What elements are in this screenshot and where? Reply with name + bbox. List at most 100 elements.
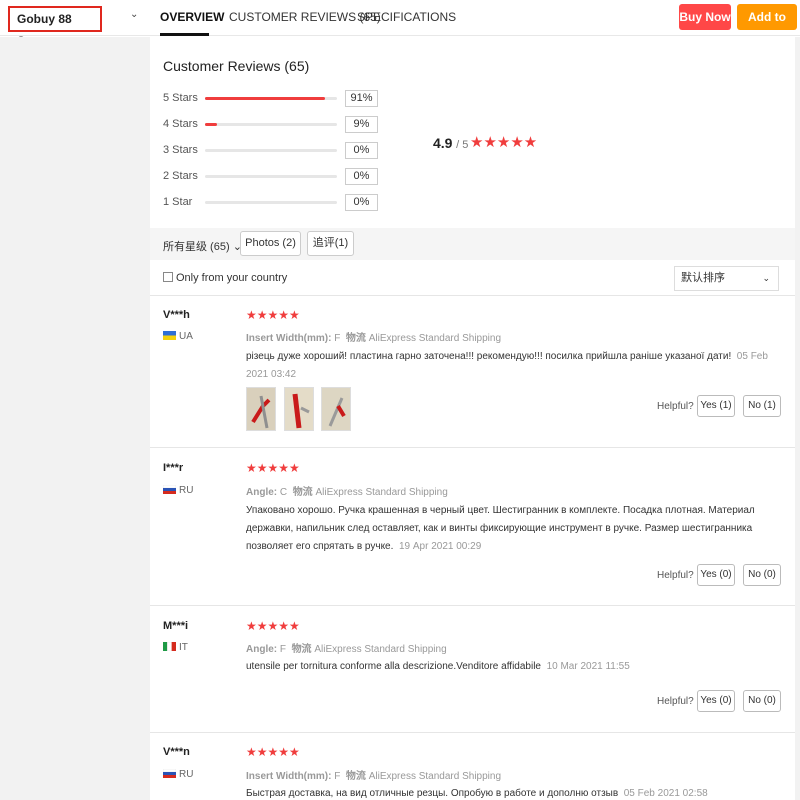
rating-percent: 0% bbox=[345, 194, 378, 211]
rating-bar bbox=[205, 97, 337, 100]
followup-filter-button[interactable]: 追评(1) bbox=[307, 231, 354, 256]
reviewer-country: UA bbox=[163, 331, 193, 342]
rating-row-4[interactable]: 4 Stars 9% bbox=[163, 116, 383, 134]
helpful-label: Helpful? bbox=[657, 570, 694, 581]
average-value: 4.9 bbox=[433, 135, 453, 151]
review-text: різець дуже хороший! пластина гарно зато… bbox=[246, 348, 776, 384]
review-body: utensile per tornitura conforme alla des… bbox=[246, 661, 541, 672]
helpful-yes-button[interactable]: Yes (0) bbox=[697, 564, 735, 586]
review-photo-image bbox=[285, 388, 313, 430]
average-star-icons: ★★★★★ bbox=[470, 134, 538, 151]
tab-overview[interactable]: OVERVIEW bbox=[160, 10, 224, 24]
review-text: Быстрая доставка, на вид отличные резцы.… bbox=[246, 785, 776, 800]
reviewer-country: RU bbox=[163, 485, 193, 496]
review-date: 05 Feb 2021 02:58 bbox=[623, 788, 708, 799]
tab-specifications[interactable]: SPECIFICATIONS bbox=[357, 10, 456, 24]
rating-percent: 0% bbox=[345, 142, 378, 159]
rating-label: 2 Stars bbox=[163, 170, 198, 182]
review-photo-thumbnail[interactable] bbox=[246, 387, 276, 431]
helpful-no-button[interactable]: No (1) bbox=[743, 395, 781, 417]
country-filter-label: Only from your country bbox=[176, 272, 288, 284]
helpful-label: Helpful? bbox=[657, 401, 694, 412]
rating-label: 5 Stars bbox=[163, 92, 198, 104]
helpful-yes-button[interactable]: Yes (1) bbox=[697, 395, 735, 417]
review-photo-thumbnail[interactable] bbox=[284, 387, 314, 431]
italy-flag-icon bbox=[163, 642, 176, 651]
shipping-value: AliExpress Standard Shipping bbox=[315, 487, 448, 498]
sku-key: Angle: bbox=[246, 644, 278, 655]
sku-key: Insert Width(mm): bbox=[246, 771, 332, 782]
review-sku-info: Angle: C 物流 AliExpress Standard Shipping bbox=[246, 483, 448, 498]
chevron-down-icon[interactable]: ⌄ bbox=[130, 9, 138, 20]
sku-value: F bbox=[334, 771, 341, 782]
buy-now-button[interactable]: Buy Now bbox=[679, 4, 731, 30]
sku-value: F bbox=[334, 333, 341, 344]
russia-flag-icon bbox=[163, 769, 176, 778]
review-body: Быстрая доставка, на вид отличные резцы.… bbox=[246, 788, 619, 799]
review-sku-info: Insert Width(mm): F 物流 AliExpress Standa… bbox=[246, 329, 501, 344]
review-star-icons: ★★★★★ bbox=[246, 745, 300, 759]
helpful-label: Helpful? bbox=[657, 696, 694, 707]
country-code: UA bbox=[179, 331, 193, 342]
review-photo-image bbox=[322, 388, 350, 430]
reviewer-name: M***i bbox=[163, 620, 189, 632]
sort-label: 默认排序 bbox=[681, 272, 725, 284]
rating-label: 1 Star bbox=[163, 196, 193, 208]
active-tab-indicator bbox=[160, 33, 209, 36]
store-name-box[interactable]: Gobuy 88 Store bbox=[8, 6, 102, 48]
reviewer-country: IT bbox=[163, 642, 188, 653]
rating-label: 3 Stars bbox=[163, 144, 198, 156]
rating-bar bbox=[205, 175, 337, 178]
review-photo-image bbox=[247, 388, 275, 430]
reviewer-country: RU bbox=[163, 769, 193, 780]
reviewer-name: V***n bbox=[163, 746, 190, 758]
ukraine-flag-icon bbox=[163, 331, 176, 340]
review-text: Упаковано хорошо. Ручка крашенная в черн… bbox=[246, 502, 776, 556]
country-code: RU bbox=[179, 769, 194, 780]
country-code: IT bbox=[179, 642, 188, 653]
rating-bar bbox=[205, 123, 337, 126]
shipping-key: 物流 bbox=[292, 487, 313, 498]
shipping-value: AliExpress Standard Shipping bbox=[368, 771, 502, 782]
star-filter-label: 所有星级 (65) bbox=[163, 241, 230, 253]
chevron-down-icon: ⌄ bbox=[762, 273, 770, 283]
review-star-icons: ★★★★★ bbox=[246, 619, 300, 633]
reviewer-name: I***r bbox=[163, 462, 184, 474]
rating-row-5[interactable]: 5 Stars 91% bbox=[163, 90, 383, 108]
helpful-yes-button[interactable]: Yes (0) bbox=[697, 690, 735, 712]
review-date: 10 Mar 2021 11:55 bbox=[546, 661, 630, 672]
rating-row-1[interactable]: 1 Star 0% bbox=[163, 194, 383, 212]
rating-percent: 0% bbox=[345, 168, 378, 185]
shipping-value: AliExpress Standard Shipping bbox=[368, 333, 502, 344]
review-item: V***n RU ★★★★★ Insert Width(mm): F 物流 Al… bbox=[150, 733, 795, 800]
star-filter-dropdown[interactable]: 所有星级 (65) ⌄ bbox=[163, 238, 242, 254]
review-photo-thumbnail[interactable] bbox=[321, 387, 351, 431]
photos-filter-button[interactable]: Photos (2) bbox=[240, 231, 301, 256]
add-to-cart-button[interactable]: Add to Cart bbox=[737, 4, 797, 50]
helpful-no-button[interactable]: No (0) bbox=[743, 690, 781, 712]
rating-bar bbox=[205, 201, 337, 204]
right-gutter bbox=[795, 37, 800, 800]
review-text: utensile per tornitura conforme alla des… bbox=[246, 658, 776, 676]
country-code: RU bbox=[179, 485, 194, 496]
shipping-key: 物流 bbox=[345, 333, 366, 344]
reviews-title: Customer Reviews (65) bbox=[163, 58, 310, 74]
country-filter[interactable]: Only from your country bbox=[163, 272, 287, 284]
rating-percent: 9% bbox=[345, 116, 378, 133]
review-item: I***r RU ★★★★★ Angle: C 物流 AliExpress St… bbox=[150, 448, 795, 606]
rating-row-3[interactable]: 3 Stars 0% bbox=[163, 142, 383, 160]
rating-percent: 91% bbox=[345, 90, 378, 107]
sort-select[interactable]: 默认排序 ⌄ bbox=[674, 266, 779, 291]
helpful-no-button[interactable]: No (0) bbox=[743, 564, 781, 586]
review-item: M***i IT ★★★★★ Angle: F 物流 AliExpress St… bbox=[150, 606, 795, 733]
sku-value: C bbox=[279, 487, 288, 498]
country-checkbox[interactable] bbox=[163, 272, 173, 282]
rating-bar-fill bbox=[205, 97, 326, 100]
sku-key: Insert Width(mm): bbox=[246, 333, 332, 344]
rating-row-2[interactable]: 2 Stars 0% bbox=[163, 168, 383, 186]
shipping-key: 物流 bbox=[345, 771, 366, 782]
average-rating: 4.9 / 5 bbox=[433, 135, 468, 151]
reviewer-name: V***h bbox=[163, 309, 190, 321]
review-item: V***h UA ★★★★★ Insert Width(mm): F 物流 Al… bbox=[150, 296, 795, 448]
review-date: 19 Apr 2021 00:29 bbox=[398, 541, 482, 552]
